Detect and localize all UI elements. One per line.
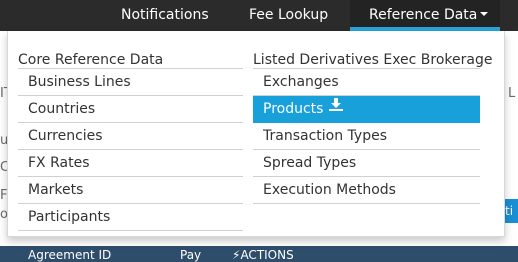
nav-reference-data[interactable]: Reference Data (350, 0, 501, 31)
menu-item-business-lines[interactable]: Business Lines (18, 69, 243, 96)
nav-notifications-label: Notifications (121, 7, 209, 23)
nav-fee-lookup-label: Fee Lookup (249, 7, 329, 23)
menu-item-exchanges[interactable]: Exchanges (253, 69, 480, 96)
column-header-actions[interactable]: ⚡ACTIONS (232, 249, 294, 262)
menu-item-products[interactable]: Products (253, 96, 480, 123)
table-header: Agreement ID Pay ⚡ACTIONS (0, 246, 518, 262)
menu-item-fx-rates[interactable]: FX Rates (18, 150, 243, 177)
listed-derivatives-column: Listed Derivatives Exec Brokerage Exchan… (253, 52, 493, 204)
core-reference-data-column: Core Reference Data Business Lines Count… (18, 52, 243, 231)
column-header-agreement-id[interactable]: Agreement ID (28, 249, 111, 262)
menu-item-currencies[interactable]: Currencies (18, 123, 243, 150)
menu-item-products-label: Products (263, 101, 324, 117)
nav-fee-lookup[interactable]: Fee Lookup (249, 0, 328, 31)
column-heading: Listed Derivatives Exec Brokerage (253, 52, 493, 69)
top-navigation-bar: Notifications Fee Lookup Reference Data (0, 0, 518, 31)
caret-down-icon (480, 12, 489, 16)
reference-data-dropdown: Core Reference Data Business Lines Count… (7, 31, 505, 237)
menu-item-participants[interactable]: Participants (18, 204, 243, 231)
menu-item-transaction-types[interactable]: Transaction Types (253, 123, 480, 150)
background-text: L (508, 86, 516, 101)
nav-reference-data-label: Reference Data (369, 7, 478, 23)
menu-item-countries[interactable]: Countries (18, 96, 243, 123)
download-icon (329, 94, 344, 120)
menu-item-execution-methods[interactable]: Execution Methods (253, 177, 480, 204)
menu-item-spread-types[interactable]: Spread Types (253, 150, 480, 177)
column-header-pay[interactable]: Pay (180, 249, 201, 262)
column-heading: Core Reference Data (18, 52, 243, 69)
menu-item-markets[interactable]: Markets (18, 177, 243, 204)
nav-notifications[interactable]: Notifications (121, 0, 209, 31)
